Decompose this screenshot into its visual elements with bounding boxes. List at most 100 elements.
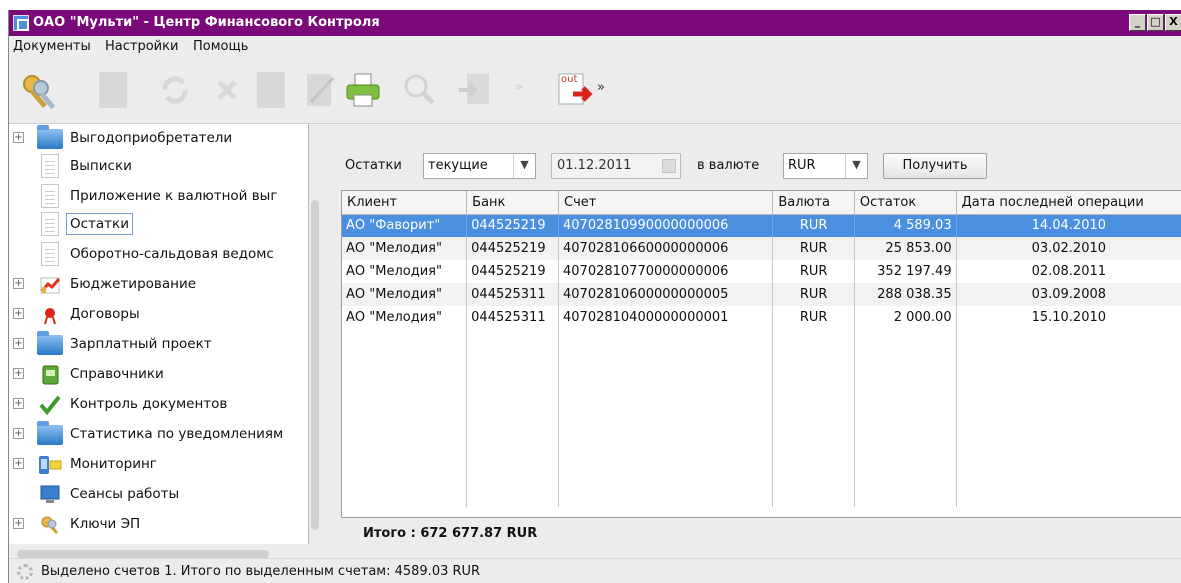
status-bar: Выделено счетов 1. Итого по выделенным с…	[9, 558, 1181, 583]
folder-icon	[37, 421, 63, 445]
page-icon	[41, 184, 59, 208]
column-header-bank[interactable]: Банк	[466, 191, 559, 215]
sidebar-vertical-scrollbar[interactable]	[311, 200, 319, 530]
tree-item-label: Выписки	[70, 158, 132, 174]
edit-icon[interactable]	[303, 72, 339, 108]
cell-currency: RUR	[772, 214, 855, 237]
cell-currency: RUR	[772, 283, 855, 306]
table-row[interactable]: АО "Мелодия" 044525311 40702810400000000…	[342, 306, 1181, 329]
folder-icon	[37, 331, 63, 355]
balance-type-select[interactable]: текущие ▼	[423, 153, 536, 179]
cell-date: 03.09.2008	[956, 283, 1181, 306]
cell-account: 40702810400000000001	[558, 306, 774, 329]
keys-icon	[37, 515, 63, 535]
title-bar[interactable]: ОАО "Мульти" - Центр Финансового Контрол…	[9, 10, 1181, 36]
sidebar-horizontal-scrollbar[interactable]	[17, 550, 269, 558]
cell-date: 15.10.2010	[956, 306, 1181, 329]
close-button[interactable]: X	[1165, 14, 1181, 31]
window-title: ОАО "Мульти" - Центр Финансового Контрол…	[33, 15, 380, 30]
tree-item-label: Остатки	[66, 213, 133, 235]
main-content: Остатки текущие ▼ 01.12.2011 в валюте RU…	[321, 124, 1181, 544]
menu-settings[interactable]: Настройки	[105, 39, 178, 54]
tree-item-label: Приложение к валютной выг	[70, 188, 278, 204]
search-icon[interactable]	[401, 72, 437, 108]
tree-item-references[interactable]: + Справочники	[9, 360, 308, 388]
tree-item-document-control[interactable]: + Контроль документов	[9, 390, 308, 418]
tree-item-salary-project[interactable]: + Зарплатный проект	[9, 330, 308, 358]
tree-item-balances[interactable]: Остатки	[9, 210, 308, 238]
expand-icon[interactable]: +	[13, 458, 24, 469]
tree-item-label: Сеансы работы	[70, 486, 180, 502]
column-header-last-operation-date[interactable]: Дата последней операции	[956, 191, 1181, 215]
column-header-currency[interactable]: Валюта	[772, 191, 855, 215]
tree-item-notification-stats[interactable]: + Статистика по уведомлениям	[9, 420, 308, 448]
minimize-button[interactable]: _	[1129, 14, 1146, 31]
expand-icon[interactable]: +	[13, 518, 24, 529]
menu-help[interactable]: Помощь	[193, 39, 248, 54]
chart-icon	[37, 275, 63, 295]
tree-item-statements[interactable]: Выписки	[9, 152, 308, 180]
expand-icon[interactable]: +	[13, 308, 24, 319]
tree-item-budgeting[interactable]: + Бюджетирование	[9, 270, 308, 298]
cell-bank: 044525311	[466, 306, 559, 329]
table-row[interactable]: АО "Мелодия" 044525311 40702810600000000…	[342, 283, 1181, 306]
tree-item-label: Мониторинг	[70, 456, 157, 472]
app-icon	[13, 15, 29, 31]
expand-icon[interactable]: +	[13, 338, 24, 349]
table-empty-area	[342, 329, 1181, 507]
more-chevron-icon[interactable]: »	[515, 80, 531, 96]
expand-icon[interactable]: +	[13, 278, 24, 289]
keys-icon[interactable]	[19, 72, 56, 110]
currency-label: в валюте	[697, 158, 760, 173]
menu-documents[interactable]: Документы	[13, 39, 91, 54]
get-button[interactable]: Получить	[883, 153, 987, 179]
cell-bank: 044525219	[466, 260, 559, 283]
tree-item-contracts[interactable]: + Договоры	[9, 300, 308, 328]
cell-account: 40702810660000000006	[558, 237, 774, 260]
maximize-button[interactable]: □	[1147, 14, 1164, 31]
expand-icon[interactable]: +	[13, 368, 24, 379]
calendar-icon[interactable]	[662, 159, 676, 173]
currency-select[interactable]: RUR ▼	[783, 153, 868, 179]
tree-item-label: Ключи ЭП	[70, 516, 141, 532]
export-out-icon[interactable]: out	[557, 72, 593, 108]
tree-item-label: Статистика по уведомлениям	[70, 426, 284, 442]
expand-icon[interactable]: +	[13, 132, 24, 143]
column-header-account[interactable]: Счет	[558, 191, 774, 215]
dropdown-arrow-icon[interactable]: ▼	[845, 154, 867, 178]
save-icon[interactable]	[257, 72, 293, 108]
expand-icon[interactable]: +	[13, 398, 24, 409]
tree-item-work-sessions[interactable]: Сеансы работы	[9, 480, 308, 508]
more-chevron-icon[interactable]: »	[597, 80, 613, 96]
balance-type-value: текущие	[428, 158, 488, 173]
column-header-client[interactable]: Клиент	[342, 191, 468, 215]
tree-item-beneficiaries[interactable]: + Выгодоприобретатели	[9, 124, 308, 152]
tree-item-turnover-sheet[interactable]: Оборотно-сальдовая ведомс	[9, 240, 308, 268]
print-icon[interactable]	[345, 72, 381, 108]
dropdown-arrow-icon[interactable]: ▼	[513, 154, 535, 178]
tree-item-label: Справочники	[70, 366, 164, 382]
cell-account: 40702810770000000006	[558, 260, 774, 283]
table-row[interactable]: АО "Мелодия" 044525219 40702810770000000…	[342, 260, 1181, 283]
import-icon[interactable]	[457, 72, 493, 108]
tree-item-currency-appendix[interactable]: Приложение к валютной выг	[9, 182, 308, 210]
balances-table: Клиент Банк Счет Валюта Остаток Дата пос…	[341, 190, 1181, 518]
table-row[interactable]: АО "Фаворит" 044525219 40702810990000000…	[342, 214, 1181, 237]
date-field[interactable]: 01.12.2011	[551, 153, 681, 179]
expand-icon[interactable]: +	[13, 428, 24, 439]
document-icon[interactable]	[99, 72, 135, 108]
cell-account: 40702810600000000005	[558, 283, 774, 306]
export-out-label: out	[561, 74, 578, 85]
ribbon-icon	[37, 305, 63, 325]
refresh-icon[interactable]	[157, 72, 193, 108]
tree-item-ep-keys[interactable]: + Ключи ЭП	[9, 510, 308, 538]
cell-bank: 044525219	[466, 237, 559, 260]
delete-icon[interactable]	[209, 72, 245, 108]
phone-mail-icon	[37, 455, 63, 475]
table-row[interactable]: АО "Мелодия" 044525219 40702810660000000…	[342, 237, 1181, 260]
total-amount: Итого : 672 677.87 RUR	[363, 526, 538, 541]
cell-account: 40702810990000000006	[558, 214, 774, 237]
column-header-balance[interactable]: Остаток	[854, 191, 957, 215]
tree-item-monitoring[interactable]: + Мониторинг	[9, 450, 308, 478]
cell-balance: 25 853.00	[854, 237, 957, 260]
